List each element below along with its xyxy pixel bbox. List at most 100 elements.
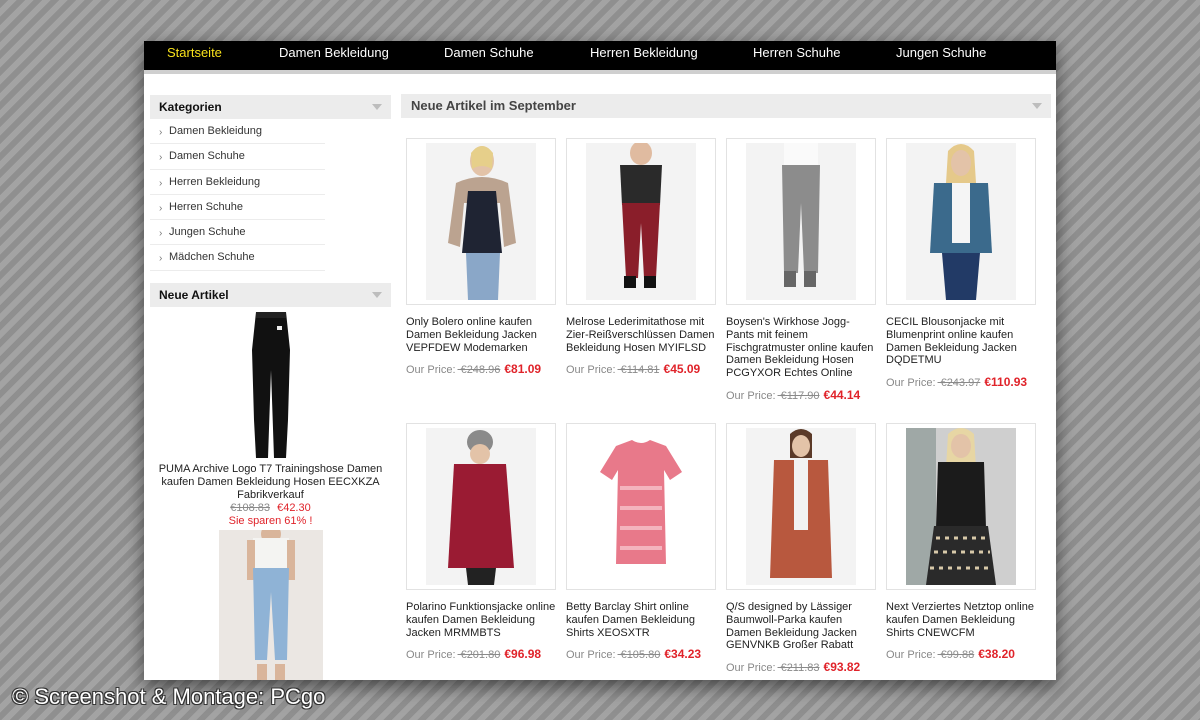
product-card[interactable]: Only Bolero online kaufen Damen Bekleidu… [406,138,556,376]
current-price: €45.09 [663,362,701,377]
top-navigation: Startseite Damen Bekleidung Damen Schuhe… [144,41,1056,74]
product-image[interactable] [406,138,556,305]
product-card[interactable]: Polarino Funktionsjacke online kaufen Da… [406,423,556,661]
chevron-down-icon[interactable] [372,104,382,110]
product-image[interactable] [566,138,716,305]
old-price: €243.97 [937,377,981,390]
category-item[interactable]: › Damen Bekleidung [150,119,325,145]
new-price: €42.30 [277,501,311,514]
chevron-right-icon: › [159,202,163,214]
current-price: €93.82 [823,660,861,675]
product-name[interactable]: Q/S designed by Lässiger Baumwoll-Parka … [726,601,876,652]
price-label: Our Price: [406,649,456,662]
nav-damen-bekleidung[interactable]: Damen Bekleidung [279,45,389,60]
chevron-right-icon: › [159,177,163,189]
nav-damen-schuhe[interactable]: Damen Schuhe [444,45,534,60]
price-label: Our Price: [886,377,936,390]
product-name[interactable]: Next Verziertes Netztop online kaufen Da… [886,601,1036,639]
category-item[interactable]: › Damen Schuhe [150,144,325,170]
categories-header[interactable]: Kategorien [150,95,391,119]
category-item[interactable]: › Herren Bekleidung [150,170,325,195]
current-price: €110.93 [984,375,1028,390]
category-label: Herren Bekleidung [169,175,261,188]
category-label: Herren Schuhe [169,200,243,213]
new-items-title: Neue Artikel [159,287,229,302]
category-label: Mädchen Schuhe [169,251,255,264]
new-items-header[interactable]: Neue Artikel [150,282,391,307]
product-name[interactable]: Boysen's Wirkhose Jogg-Pants mit feinem … [726,316,876,380]
product-card[interactable]: CECIL Blousonjacke mit Blumenprint onlin… [886,138,1036,389]
product-card[interactable]: Betty Barclay Shirt online kaufen Damen … [566,423,716,661]
category-label: Damen Schuhe [169,150,245,163]
product-price: Our Price: €105.80 €34.23 [566,647,716,661]
current-price: €34.23 [664,647,702,662]
featured-product-name[interactable]: PUMA Archive Logo T7 Trainingshose Damen… [150,463,391,502]
nav-herren-bekleidung[interactable]: Herren Bekleidung [590,45,698,60]
product-image[interactable] [726,138,876,305]
product-name[interactable]: Betty Barclay Shirt online kaufen Damen … [566,601,716,639]
product-image[interactable] [406,423,556,590]
savings-text: Sie sparen 61% ! [228,514,313,527]
chevron-right-icon: › [159,152,163,164]
old-price: €99.88 [937,649,975,662]
chevron-right-icon: › [159,253,163,265]
product-price: Our Price: €114.81 €45.09 [566,362,716,376]
old-price: €108.83 [230,501,271,514]
product-price: Our Price: €99.88 €38.20 [886,647,1036,661]
product-price: Our Price: €211.83 €93.82 [726,660,876,674]
price-label: Our Price: [566,364,616,377]
price-label: Our Price: [406,364,456,377]
old-price: €201.80 [457,649,501,662]
chevron-down-icon[interactable] [372,291,382,298]
price-label: Our Price: [726,389,776,402]
price-label: Our Price: [566,649,616,662]
category-item[interactable]: › Herren Schuhe [150,195,325,221]
product-image[interactable] [726,423,876,590]
category-item[interactable]: › Jungen Schuhe [150,220,325,246]
featured-product-image[interactable] [234,310,308,460]
old-price: €211.83 [777,662,820,675]
sidebar: Kategorien › Damen Bekleidung › Damen Schu… [150,95,391,680]
product-image[interactable] [886,423,1036,590]
nav-jungen-schuhe[interactable]: Jungen Schuhe [896,45,986,60]
section-title: Neue Artikel im September [411,98,576,113]
product-price: Our Price: €243.97 €110.93 [886,375,1036,389]
price-label: Our Price: [886,649,936,662]
category-list: › Damen Bekleidung › Damen Schuhe › Herren … [150,119,325,271]
category-label: Damen Bekleidung [169,125,262,137]
product-card[interactable]: Melrose Lederimitathose mit Zier-Reißver… [566,138,716,376]
section-header[interactable]: Neue Artikel im September [401,94,1051,118]
shop-page: Startseite Damen Bekleidung Damen Schuhe… [144,41,1056,680]
featured-product-prices: €108.83 €42.30 [150,502,391,515]
product-card[interactable]: Boysen's Wirkhose Jogg-Pants mit feinem … [726,138,876,402]
product-card[interactable]: Q/S designed by Lässiger Baumwoll-Parka … [726,423,876,674]
old-price: €117.90 [777,389,820,402]
chevron-down-icon[interactable] [1032,103,1042,109]
old-price: €248.96 [457,364,501,377]
category-item[interactable]: › Mädchen Schuhe [150,245,325,271]
chevron-right-icon: › [159,228,163,240]
main-content: Neue Artikel im September Only Bolero on… [401,94,1051,674]
product-card[interactable]: Next Verziertes Netztop online kaufen Da… [886,423,1036,661]
old-price: €114.81 [617,364,660,377]
product-name[interactable]: Polarino Funktionsjacke online kaufen Da… [406,601,556,639]
current-price: €38.20 [978,647,1015,662]
current-price: €96.98 [504,647,542,662]
product-price: Our Price: €117.90 €44.14 [726,388,876,402]
chevron-right-icon: › [159,127,163,138]
product-name[interactable]: Only Bolero online kaufen Damen Bekleidu… [406,316,556,354]
nav-startseite[interactable]: Startseite [167,45,222,60]
product-price: Our Price: €201.80 €96.98 [406,647,556,661]
copyright-watermark: © Screenshot & Montage: PCgo [12,684,326,709]
price-label: Our Price: [726,662,776,675]
product-image[interactable] [566,423,716,590]
nav-herren-schuhe[interactable]: Herren Schuhe [753,45,840,60]
current-price: €81.09 [504,362,542,377]
old-price: €105.80 [617,649,661,662]
product-image[interactable] [886,138,1036,305]
second-product-image[interactable] [218,523,323,680]
product-price: Our Price: €248.96 €81.09 [406,362,556,376]
featured-product[interactable]: PUMA Archive Logo T7 Trainingshose Damen… [150,310,391,680]
product-name[interactable]: CECIL Blousonjacke mit Blumenprint onlin… [886,316,1036,367]
product-name[interactable]: Melrose Lederimitathose mit Zier-Reißver… [566,316,716,354]
